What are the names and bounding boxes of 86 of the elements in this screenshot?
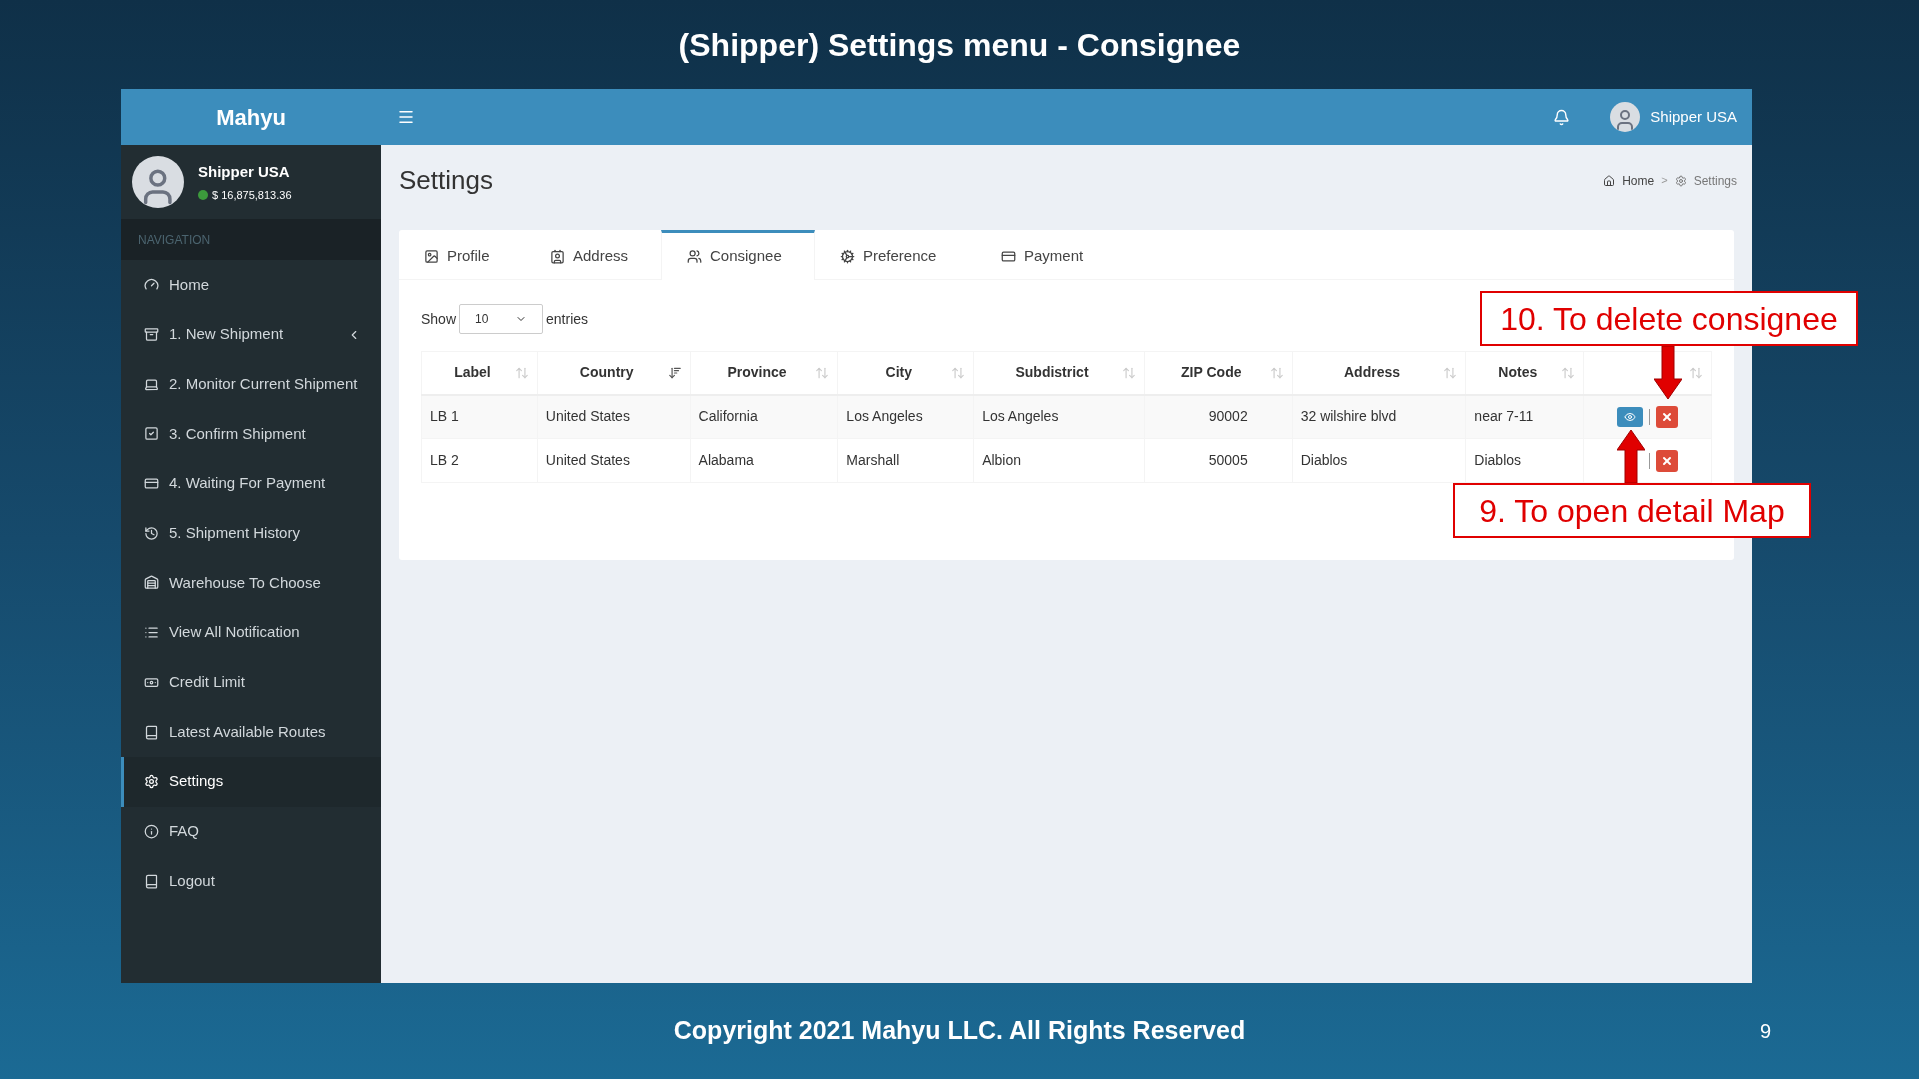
tab[interactable]: Consignee	[661, 230, 815, 280]
callout-text: 10. To delete consignee	[1500, 299, 1838, 339]
image-icon	[424, 249, 439, 264]
table-cell: Los Angeles	[973, 394, 1145, 439]
nav-item[interactable]: Settings	[121, 756, 381, 807]
table-cell: LB 2	[421, 438, 538, 483]
table-cell: Marshall	[837, 438, 974, 483]
laptop-icon	[144, 376, 159, 392]
close-icon	[1661, 410, 1674, 423]
checkbox-icon	[144, 426, 159, 442]
table-cell: Alabama	[690, 438, 838, 483]
sort-icon[interactable]	[667, 365, 682, 380]
brand-name: Mahyu	[216, 103, 286, 132]
book-icon	[144, 873, 159, 889]
column-header[interactable]: Subdistrict	[973, 351, 1145, 395]
users-icon	[687, 249, 702, 264]
card-icon	[144, 476, 159, 492]
table-cell: 50005	[1144, 438, 1293, 483]
user-balance: $ 16,875,813.36	[212, 188, 292, 203]
card-icon	[1001, 249, 1016, 264]
copyright-text: Copyright 2021 Mahyu LLC. All Rights Reserved	[673, 1015, 1246, 1047]
user-name: Shipper USA	[198, 161, 291, 182]
table-cell: near 7-11	[1465, 394, 1584, 439]
book-icon	[144, 724, 159, 740]
delete-button[interactable]	[1656, 449, 1679, 472]
view-button[interactable]	[1617, 406, 1644, 427]
callout-text: 9. To open detail Map	[1479, 491, 1785, 531]
table-cell: Diablos	[1292, 438, 1466, 483]
column-header[interactable]: Notes	[1465, 351, 1584, 395]
nav-item[interactable]: 2. Monitor Current Shipment	[121, 359, 381, 410]
nav-item[interactable]: View All Notification	[121, 607, 381, 658]
settings-icon	[1674, 174, 1687, 187]
table-cell: LB 1	[421, 394, 538, 439]
column-header[interactable]: Address	[1292, 351, 1466, 395]
table-cell: Los Angeles	[837, 394, 974, 439]
close-icon	[1661, 454, 1674, 467]
breadcrumb-current: Settings	[1693, 172, 1737, 190]
contact-icon	[550, 249, 565, 264]
table-cell: Albion	[973, 438, 1145, 483]
nav-item[interactable]: Credit Limit	[121, 657, 381, 708]
column-header[interactable]: City	[837, 351, 974, 395]
home-icon	[1603, 174, 1616, 187]
tab[interactable]: Preference	[815, 230, 976, 280]
table-cell: California	[690, 394, 838, 439]
history-icon	[144, 525, 159, 541]
column-header[interactable]: ZIP Code	[1144, 351, 1293, 395]
nav-item[interactable]: 4. Waiting For Payment	[121, 458, 381, 509]
table-cell: Diablos	[1465, 438, 1584, 483]
table-cell: 90002	[1144, 394, 1293, 439]
top-user-name[interactable]: Shipper USA	[1650, 105, 1737, 129]
warehouse-icon	[144, 575, 159, 591]
eye-icon	[1624, 410, 1637, 423]
column-header[interactable]: Country	[537, 351, 691, 395]
table-cell: 32 wilshire blvd	[1292, 394, 1466, 439]
nav-item[interactable]: 5. Shipment History	[121, 508, 381, 559]
nav-item[interactable]: 3. Confirm Shipment	[121, 409, 381, 459]
column-header[interactable]: Label	[421, 351, 538, 395]
archive-icon	[144, 327, 159, 343]
nav-item[interactable]: Home	[121, 260, 381, 310]
user-avatar	[1610, 102, 1641, 132]
page-number: 9	[1760, 1019, 1772, 1044]
user-avatar	[132, 156, 184, 208]
entries-label: entries	[546, 309, 589, 329]
delete-button[interactable]	[1656, 405, 1679, 428]
tab[interactable]: Profile	[399, 230, 525, 280]
nav-item[interactable]: 1. New Shipment	[121, 309, 381, 360]
table-cell: United States	[537, 394, 691, 439]
bell-icon[interactable]	[1553, 108, 1571, 126]
nav-item[interactable]: Warehouse To Choose	[121, 558, 381, 608]
page-size-select[interactable]: 10	[459, 304, 544, 334]
page-title: Settings	[399, 164, 493, 197]
nav-item[interactable]: Latest Available Routes	[121, 707, 381, 757]
breadcrumb-link[interactable]: Home	[1622, 171, 1655, 190]
breadcrumb-separator: >	[1661, 173, 1668, 189]
tab[interactable]: Address	[525, 230, 661, 280]
nav-item[interactable]: Logout	[121, 856, 381, 906]
info-icon	[144, 823, 159, 839]
tab[interactable]: Payment	[976, 230, 1126, 280]
settings-icon	[144, 774, 159, 790]
show-label: Show	[421, 309, 457, 329]
nav-section-label: NAVIGATION	[138, 231, 211, 249]
slide-title: (Shipper) Settings menu - Consignee	[678, 25, 1241, 65]
list-icon	[144, 625, 159, 641]
nav-item[interactable]: FAQ	[121, 806, 381, 857]
column-header[interactable]: Province	[690, 351, 838, 395]
table-cell: United States	[537, 438, 691, 483]
